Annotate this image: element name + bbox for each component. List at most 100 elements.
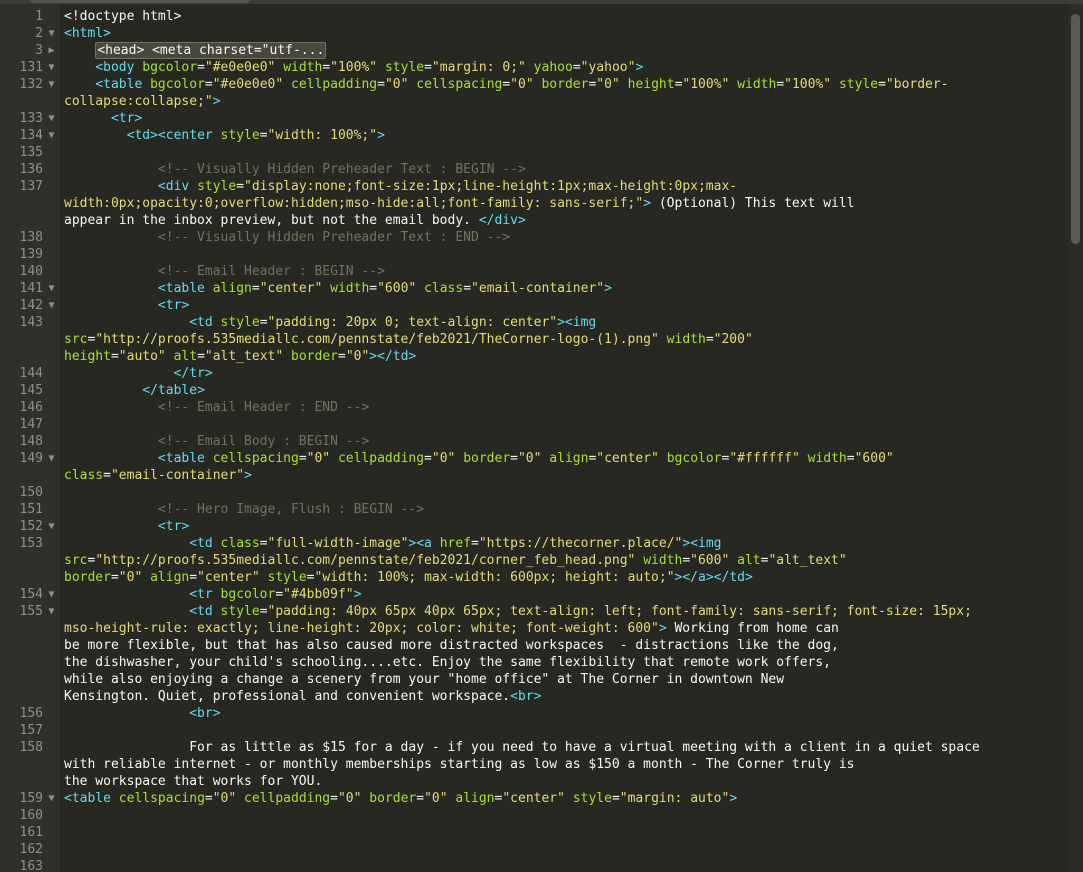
code-line[interactable]: 162 <box>0 841 1068 858</box>
code-line[interactable]: 143 <td style="padding: 20px 0; text-ali… <box>0 314 1068 365</box>
code-line[interactable]: 159 ▼ <table cellspacing="0" cellpadding="… <box>0 790 1068 807</box>
line-number: 163 <box>19 859 43 872</box>
editor-tab[interactable] <box>30 0 250 3</box>
line-number: 141 <box>19 281 43 296</box>
line-number: 158 <box>19 740 43 755</box>
code-line[interactable]: 149 ▼ <table cellspacing="0" cellpadding=… <box>0 450 1068 484</box>
line-number: 132 <box>19 77 43 92</box>
line-code[interactable]: <!-- Email Header : END --> <box>60 399 1068 416</box>
code-line[interactable]: 142 ▼ <tr> <box>0 297 1068 314</box>
code-line[interactable]: 137 <div style="display:none;font-size:1… <box>0 178 1068 229</box>
code-line[interactable]: 155 ▼ <td style="padding: 40px 65px 40px … <box>0 603 1068 705</box>
line-code[interactable]: <div style="display:none;font-size:1px;l… <box>60 178 1068 229</box>
fold-collapse-icon[interactable]: ▼ <box>43 280 60 297</box>
fold-collapse-icon[interactable]: ▼ <box>43 297 60 314</box>
fold-collapse-icon[interactable]: ▼ <box>43 59 60 76</box>
line-code[interactable]: <!-- Visually Hidden Preheader Text : BE… <box>60 161 1068 178</box>
line-code[interactable]: <tr> <box>60 110 1068 127</box>
line-code[interactable]: <td><center style="width: 100%;"> <box>60 127 1068 144</box>
line-number: 160 <box>19 808 43 823</box>
line-number: 157 <box>19 723 43 738</box>
line-code[interactable]: <table cellspacing="0" cellpadding="0" b… <box>60 790 1068 807</box>
fold-collapse-icon[interactable]: ▼ <box>43 127 60 144</box>
line-code[interactable]: <tr> <box>60 297 1068 314</box>
code-line[interactable]: 133 ▼ <tr> <box>0 110 1068 127</box>
code-line[interactable]: 158 For as little as $15 for a day - if … <box>0 739 1068 790</box>
line-code[interactable]: <td class="full-width-image"><a href="ht… <box>60 535 1068 586</box>
code-line[interactable]: 131 ▼ <body bgcolor="#e0e0e0" width="100%… <box>0 59 1068 76</box>
code-line[interactable]: 140 <!-- Email Header : BEGIN --> <box>0 263 1068 280</box>
line-number: 159 <box>19 791 43 806</box>
code-line[interactable]: 134 ▼ <td><center style="width: 100%;"> <box>0 127 1068 144</box>
line-number: 151 <box>19 502 43 517</box>
code-line[interactable]: 146 <!-- Email Header : END --> <box>0 399 1068 416</box>
vertical-scrollbar[interactable] <box>1068 4 1083 872</box>
code-line[interactable]: 145 </table> <box>0 382 1068 399</box>
code-line[interactable]: 147 <box>0 416 1068 433</box>
line-code[interactable]: <table cellspacing="0" cellpadding="0" b… <box>60 450 1068 484</box>
fold-collapse-icon[interactable]: ▼ <box>43 450 60 467</box>
line-number: 162 <box>19 842 43 857</box>
line-number: 145 <box>19 383 43 398</box>
line-code[interactable]: <!-- Email Body : BEGIN --> <box>60 433 1068 450</box>
line-code[interactable]: For as little as $15 for a day - if you … <box>60 739 1068 790</box>
line-code[interactable]: <tr bgcolor="#4bb09f"> <box>60 586 1068 603</box>
code-lines: 1 <!doctype html> 2 ▼ <html> 3 ▶ <head> <meta … <box>0 8 1068 872</box>
line-code[interactable]: <table bgcolor="#e0e0e0" cellpadding="0"… <box>60 76 1068 110</box>
code-editor[interactable]: 1 <!doctype html> 2 ▼ <html> 3 ▶ <head> <meta … <box>0 4 1068 872</box>
code-line[interactable]: 157 <box>0 722 1068 739</box>
line-code[interactable]: <tr> <box>60 518 1068 535</box>
code-line[interactable]: 153 <td class="full-width-image"><a href… <box>0 535 1068 586</box>
code-line[interactable]: 163 <box>0 858 1068 872</box>
code-line[interactable]: 138 <!-- Visually Hidden Preheader Text … <box>0 229 1068 246</box>
code-line[interactable]: 154 ▼ <tr bgcolor="#4bb09f"> <box>0 586 1068 603</box>
fold-collapse-icon[interactable]: ▼ <box>43 110 60 127</box>
fold-collapse-icon[interactable]: ▼ <box>43 518 60 535</box>
line-number: 148 <box>19 434 43 449</box>
line-number: 143 <box>19 315 43 330</box>
scrollbar-thumb[interactable] <box>1071 14 1080 244</box>
code-line[interactable]: 150 <box>0 484 1068 501</box>
code-line[interactable]: 136 <!-- Visually Hidden Preheader Text … <box>0 161 1068 178</box>
line-code[interactable]: </table> <box>60 382 1068 399</box>
fold-expand-icon[interactable]: ▶ <box>43 42 60 59</box>
line-code[interactable]: <body bgcolor="#e0e0e0" width="100%" sty… <box>60 59 1068 76</box>
line-code[interactable]: <!-- Hero Image, Flush : BEGIN --> <box>60 501 1068 518</box>
line-code[interactable]: <td style="padding: 40px 65px 40px 65px;… <box>60 603 1068 705</box>
fold-collapse-icon[interactable]: ▼ <box>43 586 60 603</box>
line-number: 149 <box>19 451 43 466</box>
code-line[interactable]: 152 ▼ <tr> <box>0 518 1068 535</box>
code-line[interactable]: 151 <!-- Hero Image, Flush : BEGIN --> <box>0 501 1068 518</box>
code-line[interactable]: 160 <box>0 807 1068 824</box>
line-number: 137 <box>19 179 43 194</box>
code-line[interactable]: 135 <box>0 144 1068 161</box>
code-line[interactable]: 156 <br> <box>0 705 1068 722</box>
code-line[interactable]: 161 <box>0 824 1068 841</box>
line-code[interactable]: <!doctype html> <box>60 8 1068 25</box>
code-line[interactable]: 1 <!doctype html> <box>0 8 1068 25</box>
line-number: 136 <box>19 162 43 177</box>
line-code[interactable]: <head> <meta charset="utf-... <box>60 42 1068 59</box>
code-line[interactable]: 139 <box>0 246 1068 263</box>
code-line[interactable]: 2 ▼ <html> <box>0 25 1068 42</box>
line-code[interactable]: <html> <box>60 25 1068 42</box>
line-code[interactable]: <!-- Email Header : BEGIN --> <box>60 263 1068 280</box>
line-number: 142 <box>19 298 43 313</box>
code-line[interactable]: 132 ▼ <table bgcolor="#e0e0e0" cellpaddin… <box>0 76 1068 110</box>
line-code[interactable]: <td style="padding: 20px 0; text-align: … <box>60 314 1068 365</box>
line-code[interactable]: <!-- Visually Hidden Preheader Text : EN… <box>60 229 1068 246</box>
line-code[interactable]: <br> <box>60 705 1068 722</box>
line-number: 131 <box>19 60 43 75</box>
code-line[interactable]: 3 ▶ <head> <meta charset="utf-... <box>0 42 1068 59</box>
code-line[interactable]: 141 ▼ <table align="center" width="600" c… <box>0 280 1068 297</box>
fold-collapse-icon[interactable]: ▼ <box>43 25 60 42</box>
code-line[interactable]: 144 </tr> <box>0 365 1068 382</box>
line-code[interactable]: <table align="center" width="600" class=… <box>60 280 1068 297</box>
line-code[interactable]: </tr> <box>60 365 1068 382</box>
fold-collapse-icon[interactable]: ▼ <box>43 790 60 807</box>
code-line[interactable]: 148 <!-- Email Body : BEGIN --> <box>0 433 1068 450</box>
line-number: 3 <box>35 43 43 58</box>
fold-collapse-icon[interactable]: ▼ <box>43 603 60 620</box>
line-number: 161 <box>19 825 43 840</box>
fold-collapse-icon[interactable]: ▼ <box>43 76 60 93</box>
